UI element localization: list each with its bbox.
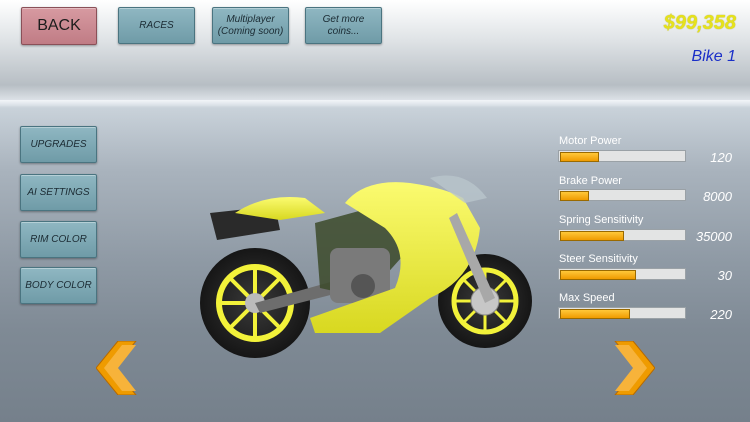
- back-button[interactable]: BACK: [21, 7, 97, 45]
- stat-fill-max-speed: [560, 309, 630, 319]
- multiplayer-button-label: Multiplayer (Coming soon): [217, 13, 284, 37]
- rim-color-button[interactable]: RIM COLOR: [20, 221, 97, 258]
- ai-settings-button[interactable]: AI SETTINGS: [20, 174, 97, 211]
- races-button[interactable]: RACES: [118, 7, 195, 44]
- engine-cover: [351, 274, 375, 298]
- stat-bar-brake-power: [558, 189, 686, 201]
- stat-bar-steer-sensitivity: [558, 268, 686, 280]
- upgrades-button-label: UPGRADES: [30, 139, 87, 150]
- stat-fill-steer-sensitivity: [560, 270, 636, 280]
- stat-fill-spring-sensitivity: [560, 231, 624, 241]
- stat-label-brake-power: Brake Power: [559, 175, 622, 187]
- body-color-button[interactable]: BODY COLOR: [20, 267, 97, 304]
- stat-bar-max-speed: [558, 307, 686, 319]
- stat-label-spring-sensitivity: Spring Sensitivity: [559, 214, 644, 226]
- stat-value-steer-sensitivity: 30: [717, 268, 732, 283]
- horizon-line: [0, 100, 750, 106]
- bike-name: Bike 1: [691, 48, 736, 65]
- stat-fill-motor-power: [560, 152, 599, 162]
- money-display: $99,358: [663, 12, 736, 34]
- chevron-right-icon[interactable]: [611, 341, 655, 395]
- stat-value-max-speed: 220: [710, 307, 732, 322]
- get-more-coins-button-label: Get more coins...: [322, 13, 365, 37]
- ai-settings-button-label: AI SETTINGS: [27, 187, 90, 198]
- upgrades-button[interactable]: UPGRADES: [20, 126, 97, 163]
- stat-label-max-speed: Max Speed: [559, 292, 615, 304]
- back-button-label: BACK: [37, 17, 81, 34]
- body-color-button-label: BODY COLOR: [25, 280, 92, 291]
- rim-color-button-label: RIM COLOR: [30, 234, 87, 245]
- stat-value-spring-sensitivity: 35000: [695, 229, 732, 244]
- stat-value-motor-power: 120: [710, 150, 732, 165]
- multiplayer-button[interactable]: Multiplayer (Coming soon): [212, 7, 289, 44]
- races-button-label: RACES: [139, 19, 174, 31]
- stat-bar-motor-power: [558, 150, 686, 162]
- stat-bar-spring-sensitivity: [558, 229, 686, 241]
- get-more-coins-button[interactable]: Get more coins...: [305, 7, 382, 44]
- motorcycle-image: [200, 175, 532, 358]
- stat-fill-brake-power: [560, 191, 589, 201]
- stat-label-steer-sensitivity: Steer Sensitivity: [559, 253, 638, 265]
- stat-label-motor-power: Motor Power: [559, 135, 622, 147]
- stat-value-brake-power: 8000: [703, 189, 732, 204]
- chevron-left-icon[interactable]: [96, 341, 140, 395]
